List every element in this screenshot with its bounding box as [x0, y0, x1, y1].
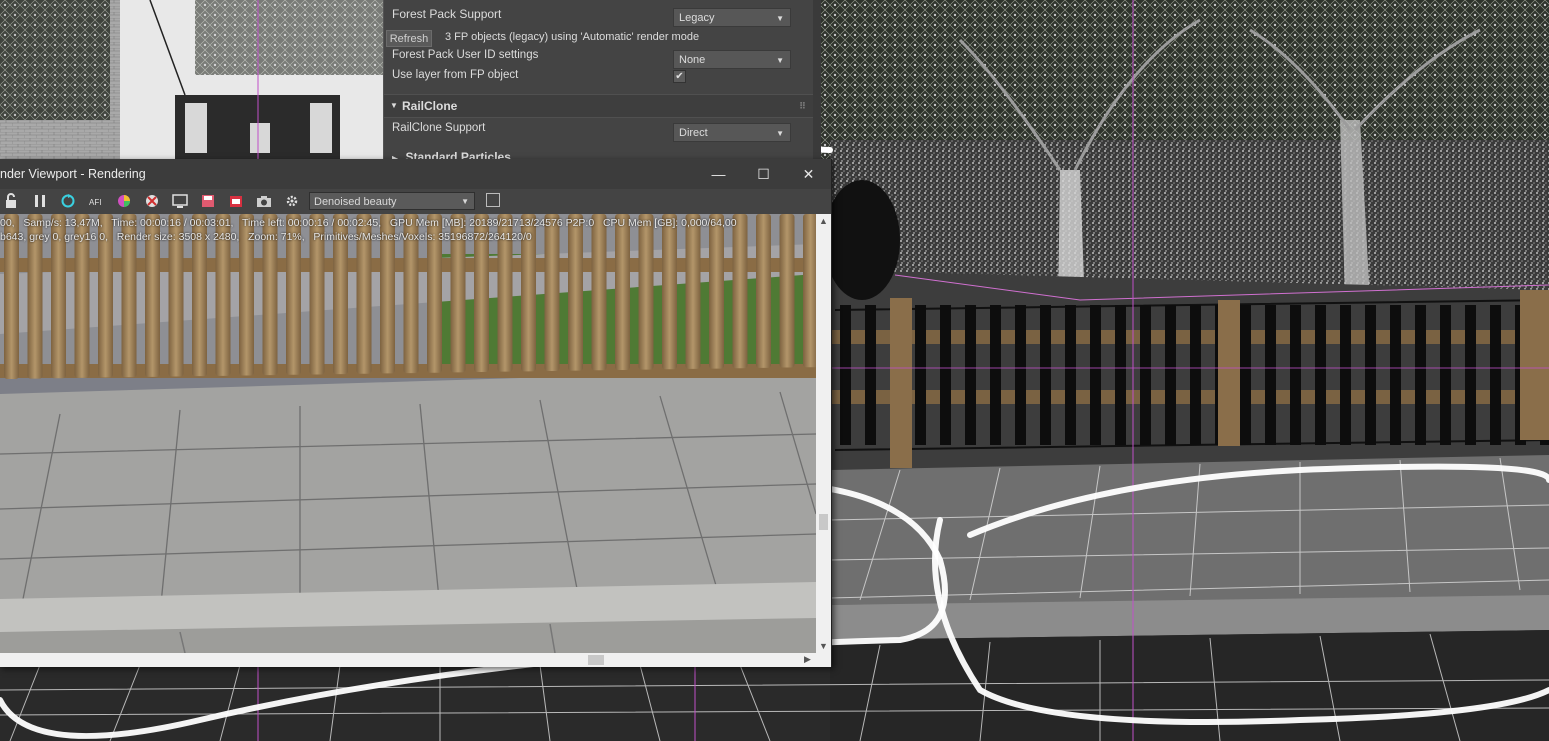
railclone-support-dropdown[interactable]: Direct ▼	[673, 123, 791, 142]
viewport-picket	[840, 305, 851, 445]
viewport-picket	[1240, 305, 1251, 445]
viewport-picket	[1190, 305, 1201, 445]
viewport-picket	[915, 305, 926, 445]
vertical-scrollbar[interactable]: ▲ ▼	[816, 214, 831, 653]
viewport-picket	[1490, 305, 1501, 445]
use-layer-label: Use layer from FP object	[392, 69, 519, 81]
viewport-picket	[1040, 305, 1051, 445]
settings-flag-icon[interactable]	[144, 193, 160, 209]
chevron-down-icon: ▼	[776, 14, 784, 23]
render-stats-line-1: 00, Samp/s: 13,47M, Time: 00:00:16 / 00:…	[0, 217, 737, 229]
rendered-picket	[803, 214, 816, 368]
monitor-icon[interactable]	[172, 193, 188, 209]
viewport-picket	[1390, 305, 1401, 445]
forest-pack-support-label: Forest Pack Support	[392, 7, 502, 21]
viewport-picket	[1065, 305, 1076, 445]
scroll-corner	[816, 653, 831, 667]
rendered-picket	[615, 214, 630, 370]
refresh-icon[interactable]	[60, 193, 76, 209]
viewport-picket	[990, 305, 1001, 445]
viewport-picket	[1415, 305, 1426, 445]
lock-icon[interactable]	[3, 193, 19, 209]
viewport-picket	[1365, 305, 1376, 445]
railclone-support-label: RailClone Support	[392, 122, 486, 134]
close-button[interactable]: ✕	[786, 159, 831, 189]
railclone-section-title: RailClone	[402, 99, 458, 113]
maximize-button[interactable]: ☐	[741, 159, 786, 189]
minimize-button[interactable]: —	[696, 159, 741, 189]
viewport-picket	[1140, 305, 1151, 445]
horizontal-scroll-thumb[interactable]	[588, 655, 604, 665]
afi-icon[interactable]: AFI	[88, 193, 104, 209]
rendered-picket	[709, 214, 724, 369]
viewport-picket	[865, 305, 876, 445]
window-title: nder Viewport - Rendering	[0, 167, 146, 181]
user-id-settings-dropdown[interactable]: None ▼	[673, 50, 791, 69]
viewport-picket	[1440, 305, 1451, 445]
vertical-scroll-thumb[interactable]	[819, 514, 828, 530]
forest-pack-support-dropdown[interactable]: Legacy ▼	[673, 8, 791, 27]
fp-objects-info: 3 FP objects (legacy) using 'Automatic' …	[445, 31, 700, 43]
viewport-picket	[1165, 305, 1176, 445]
forest-pack-support-value: Legacy	[679, 12, 715, 24]
user-id-settings-label: Forest Pack User ID settings	[392, 49, 539, 61]
render-channel-value: Denoised beauty	[314, 196, 397, 208]
render-channel-dropdown[interactable]: Denoised beauty ▼	[309, 192, 475, 210]
rendered-picket	[544, 214, 560, 371]
render-stats-line-2: b643, grey 0, grey16 0, Render size: 350…	[0, 231, 532, 243]
chevron-down-icon: ▼	[776, 129, 784, 138]
railclone-section-header[interactable]: ▼ RailClone ⠿	[384, 94, 813, 118]
viewport-picket	[1265, 305, 1276, 445]
scroll-up-icon[interactable]: ▲	[816, 216, 831, 226]
viewport-picket	[1115, 305, 1126, 445]
viewport-picket	[1340, 305, 1351, 445]
scroll-right-icon[interactable]: ▶	[800, 654, 815, 665]
rendered-picket	[662, 214, 677, 370]
render-frame-window: nder Viewport - Rendering — ☐ ✕ AFI Deno…	[0, 159, 832, 667]
svg-text:AFI: AFI	[89, 198, 101, 207]
use-layer-checkbox[interactable]: ✔	[673, 70, 686, 83]
viewport-picket	[1015, 305, 1026, 445]
scroll-down-icon[interactable]: ▼	[816, 641, 831, 651]
render-toolbar: AFI Denoised beauty ▼	[0, 189, 831, 214]
viewport-pickets	[840, 305, 1549, 445]
railclone-support-value: Direct	[679, 127, 708, 139]
viewport-picket	[940, 305, 951, 445]
rendered-picket	[756, 214, 771, 368]
refresh-button[interactable]: Refresh	[386, 30, 432, 47]
rendered-picket	[685, 214, 701, 369]
region-render-icon[interactable]	[486, 193, 500, 207]
render-image[interactable]: 00, Samp/s: 13,47M, Time: 00:00:16 / 00:…	[0, 214, 816, 653]
viewport-picket	[1465, 305, 1476, 445]
window-titlebar[interactable]: nder Viewport - Rendering — ☐ ✕	[0, 159, 831, 189]
render-icon[interactable]	[228, 193, 244, 209]
plugin-settings-panel: Forest Pack Support Legacy ▼ Refresh 3 F…	[383, 0, 821, 160]
viewport-picket	[965, 305, 976, 445]
rendered-picket	[779, 214, 795, 368]
gear-icon[interactable]	[284, 193, 300, 209]
drag-grip-icon: ⠿	[798, 101, 806, 111]
color-wheel-icon[interactable]	[116, 193, 132, 209]
chevron-down-icon: ▼	[461, 197, 469, 206]
rendered-picket	[568, 214, 583, 371]
viewport-picket	[1290, 305, 1301, 445]
rendered-picket	[732, 214, 748, 369]
rendered-picket	[638, 214, 654, 370]
user-id-settings-value: None	[679, 54, 706, 66]
pause-icon[interactable]	[32, 193, 48, 209]
rendered-picket	[591, 214, 607, 371]
viewport-picket	[1315, 305, 1326, 445]
rendered-scene	[0, 214, 816, 653]
save-icon[interactable]	[200, 193, 216, 209]
viewport-picket	[1090, 305, 1101, 445]
horizontal-scrollbar[interactable]: ▶	[0, 653, 816, 667]
chevron-down-icon: ▼	[776, 56, 784, 65]
collapse-triangle-icon: ▼	[390, 101, 398, 110]
camera-icon[interactable]	[256, 193, 272, 209]
panel-scrollbar[interactable]	[813, 0, 821, 160]
